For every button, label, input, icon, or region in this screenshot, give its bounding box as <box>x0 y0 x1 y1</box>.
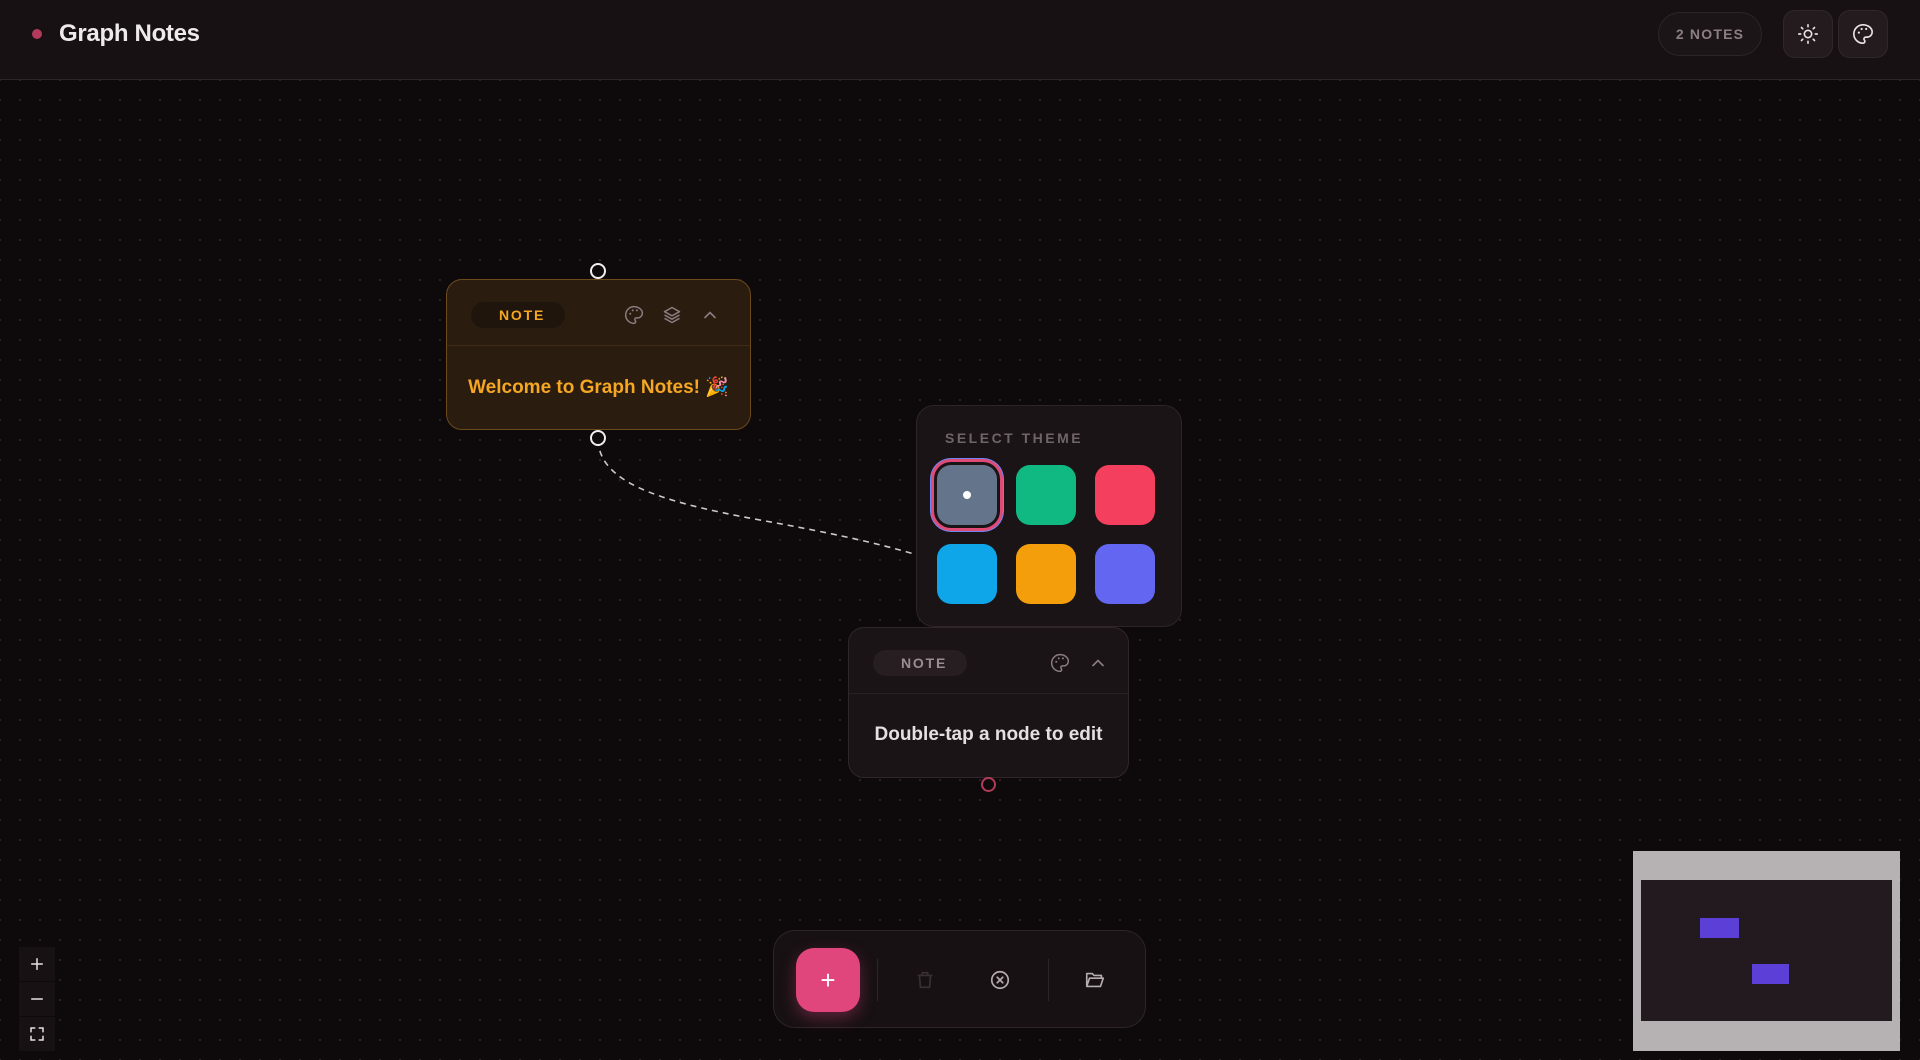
palette-icon <box>1853 24 1873 44</box>
sun-icon <box>1798 24 1818 44</box>
node-text: Welcome to Graph Notes! 🎉 <box>468 377 729 398</box>
folder-open-icon <box>1085 972 1105 988</box>
theme-swatch-sky[interactable] <box>937 544 997 604</box>
app-title: Graph Notes <box>59 20 200 47</box>
node-header: NOTE <box>849 628 1128 694</box>
node-collapse-button[interactable] <box>1087 652 1109 674</box>
node-bottom-handle[interactable] <box>590 430 606 446</box>
theme-swatch-slate[interactable] <box>937 465 997 525</box>
zoom-in-icon <box>31 958 43 970</box>
layers-icon <box>663 306 681 324</box>
theme-swatch-rose[interactable] <box>1095 465 1155 525</box>
theme-picker: SELECT THEME <box>916 405 1182 627</box>
node-text: Double-tap a node to edit <box>874 724 1103 745</box>
logo-dot <box>32 29 42 39</box>
theme-picker-title: SELECT THEME <box>945 430 1084 446</box>
palette-button[interactable] <box>1838 10 1888 58</box>
node-palette-button[interactable] <box>623 304 645 326</box>
bottom-toolbar: + <box>773 930 1146 1028</box>
node-collapse-button[interactable] <box>699 304 721 326</box>
open-file-button[interactable] <box>1075 960 1115 1000</box>
clear-selection-button[interactable] <box>980 960 1020 1000</box>
theme-swatch-indigo[interactable] <box>1095 544 1155 604</box>
minimap-node <box>1700 918 1739 938</box>
theme-toggle-button[interactable] <box>1783 10 1833 58</box>
clear-icon <box>990 970 1010 990</box>
delete-button[interactable] <box>905 960 945 1000</box>
add-note-button[interactable]: + <box>796 948 860 1012</box>
zoom-in-button[interactable] <box>19 947 55 981</box>
palette-icon <box>625 305 644 325</box>
zoom-out-icon <box>31 998 43 1000</box>
chevron-up-icon <box>704 311 716 319</box>
minimap-node <box>1752 964 1789 984</box>
node-palette-button[interactable] <box>1049 652 1071 674</box>
theme-swatch-amber[interactable] <box>1016 544 1076 604</box>
fit-view-icon <box>30 1027 44 1041</box>
chevron-up-icon <box>1092 659 1104 667</box>
minimap-viewport <box>1641 880 1892 1021</box>
node-type-badge: NOTE <box>873 650 968 676</box>
toolbar-divider <box>877 959 878 1001</box>
node-layers-button[interactable] <box>661 304 683 326</box>
palette-icon <box>1051 653 1070 673</box>
node-header: NOTE <box>447 280 750 346</box>
app-header: Graph Notes 2 NOTES <box>0 0 1920 80</box>
trash-icon <box>917 971 933 989</box>
node-top-handle[interactable] <box>590 263 606 279</box>
minimap[interactable] <box>1633 851 1900 1051</box>
zoom-out-button[interactable] <box>19 982 55 1016</box>
note-node[interactable]: NOTE Double-tap a node to edit <box>848 627 1129 778</box>
theme-swatch-emerald[interactable] <box>1016 465 1076 525</box>
fit-view-button[interactable] <box>19 1017 55 1051</box>
node-bottom-handle[interactable] <box>981 777 996 792</box>
note-node[interactable]: NOTE Welcome to Graph Notes! 🎉 <box>446 279 751 430</box>
toolbar-divider <box>1048 959 1049 1001</box>
note-count-badge: 2 NOTES <box>1658 12 1762 56</box>
selected-indicator <box>963 491 971 499</box>
node-type-badge: NOTE <box>471 302 566 328</box>
